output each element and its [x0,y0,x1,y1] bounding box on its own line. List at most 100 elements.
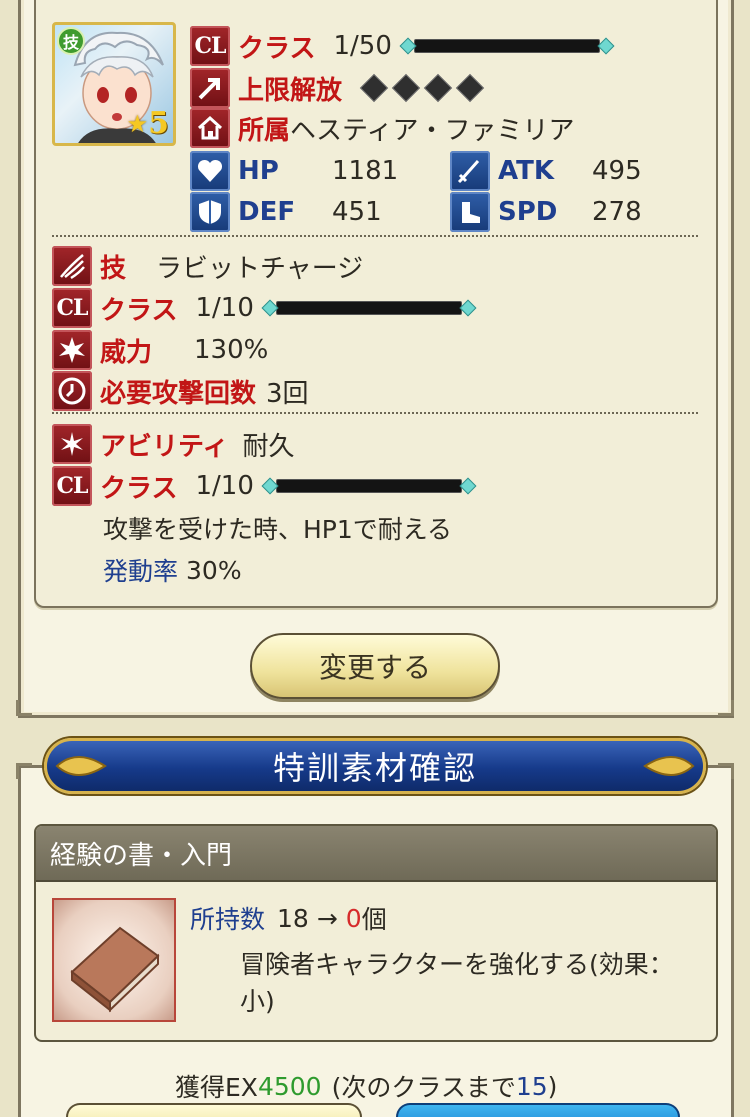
bottom-left-button[interactable] [66,1103,362,1117]
banner-right-ornament-icon [643,756,695,776]
diamond-icon [423,73,453,103]
diamond-icon [391,73,421,103]
diamond-icon [359,73,389,103]
bottom-right-button[interactable] [396,1103,680,1117]
skill-class-label: クラス [100,295,178,326]
skill-badge: 技 [57,27,85,55]
burst-icon [52,330,92,370]
activation-rate-value: 30% [186,555,242,585]
skill-class-progress-bar [261,299,477,317]
section-title: 特訓素材確認 [272,749,477,787]
class-value: 1/50 [333,31,392,61]
next-class-suffix: ) [547,1071,558,1101]
material-name: 経験の書・入門 [50,840,233,871]
spd-value: 278 [592,197,642,227]
ability-spark-icon [52,424,92,464]
owned-count-row: 所持数 18 → 0 個 [190,900,387,936]
clock-icon [52,371,92,411]
def-value: 451 [332,197,382,227]
skill-name: ラビットチャージ [156,253,364,284]
affiliation-value: ヘスティア・ファミリア [290,115,575,146]
rarity-count: 5 [148,106,169,141]
required-attacks-value: 3回 [266,378,309,409]
def-label: DEF [238,197,296,227]
atk-label: ATK [498,156,554,186]
affiliation-label: 所属 [238,115,291,146]
exp-gain-value: 4500 [257,1071,322,1101]
ability-class-row: CL クラス 1/10 [52,466,477,506]
shield-icon [190,192,230,232]
owned-count-label: 所持数 [190,905,266,934]
banner-left-ornament-icon [55,756,107,776]
sword-icon [450,151,490,191]
exp-gain-label: 獲得EX [175,1073,258,1102]
affiliation-row: 所属 ヘスティア・ファミリア [190,108,574,148]
skill-slash-icon [52,246,92,286]
heart-icon [190,151,230,191]
hp-value: 1181 [332,156,399,186]
cl-icon: CL [190,26,230,66]
character-class-row: CL クラス 1/50 [190,26,615,66]
ability-description-text: 攻撃を受けた時、HP1で耐える [103,515,453,544]
skill-attacks-row: 必要攻撃回数 3回 [52,371,309,411]
bar-right-gem-icon [459,299,477,317]
skill-class-row: CL クラス 1/10 [52,288,477,328]
material-description-line1: 冒険者キャラクターを強化する(効果： [240,945,674,981]
required-attacks-label: 必要攻撃回数 [100,378,257,409]
frame-corner-ornament [718,700,734,716]
owned-count-from: 18 [277,903,309,933]
skill-class-value: 1/10 [195,293,254,323]
class-progress-bar [399,37,615,55]
class-progress-track [413,39,600,53]
hp-label: HP [238,156,279,186]
material-description-text: 小) [240,987,275,1016]
rarity-stars: ★ 5 [127,106,169,141]
ability-class-progress-bar [261,477,477,495]
section-divider [52,235,698,237]
skill-power-value: 130% [194,335,269,365]
material-name-header: 経験の書・入門 [36,826,716,882]
cl-icon: CL [52,288,92,328]
skill-label: 技 [100,253,127,284]
limit-break-arrow-icon [190,68,230,108]
ability-label: アビリティ [100,431,229,462]
section-divider [52,412,698,414]
house-icon [190,108,230,148]
skill-class-progress-track [275,301,462,315]
ability-class-label: クラス [100,473,178,504]
material-thumbnail[interactable] [52,898,176,1022]
def-stat: DEF 451 [190,192,382,232]
owned-count-unit: 個 [361,905,387,934]
class-label: クラス [238,33,316,64]
ability-class-value: 1/10 [195,471,254,501]
next-class-prefix: (次のクラスまで [331,1073,516,1102]
book-icon [70,926,160,1013]
limit-break-row: 上限解放 [190,68,486,108]
skill-name-row: 技 ラビットチャージ [52,246,363,286]
hp-stat: HP 1181 [190,151,398,191]
spd-label: SPD [498,197,558,227]
exp-gain-row: 獲得EX 4500 (次のクラスまで 15 ) [175,1068,557,1104]
limit-break-label: 上限解放 [238,75,343,106]
owned-count-arrow: → [316,903,338,933]
star-icon: ★ [126,109,149,138]
owned-count-to: 0 [345,903,362,933]
frame-corner-ornament [718,763,734,779]
ability-rate-row: 発動率 30% [103,552,242,588]
material-description-text: 冒険者キャラクターを強化する(効果： [240,950,674,979]
bar-right-gem-icon [597,37,615,55]
activation-rate-label: 発動率 [103,557,179,586]
section-title-banner: 特訓素材確認 [44,738,706,794]
character-portrait[interactable]: 技 ★ 5 [52,22,176,146]
cl-icon: CL [52,466,92,506]
atk-value: 495 [592,156,642,186]
ability-class-progress-track [275,479,462,493]
spd-stat: SPD 278 [450,192,642,232]
change-button[interactable]: 変更する [250,633,500,699]
frame-corner-ornament [16,763,32,779]
bar-right-gem-icon [459,477,477,495]
diamond-icon [455,73,485,103]
ability-description: 攻撃を受けた時、HP1で耐える [103,510,452,546]
next-class-value: 15 [515,1071,548,1101]
skill-power-row: 威力 130% [52,330,268,370]
